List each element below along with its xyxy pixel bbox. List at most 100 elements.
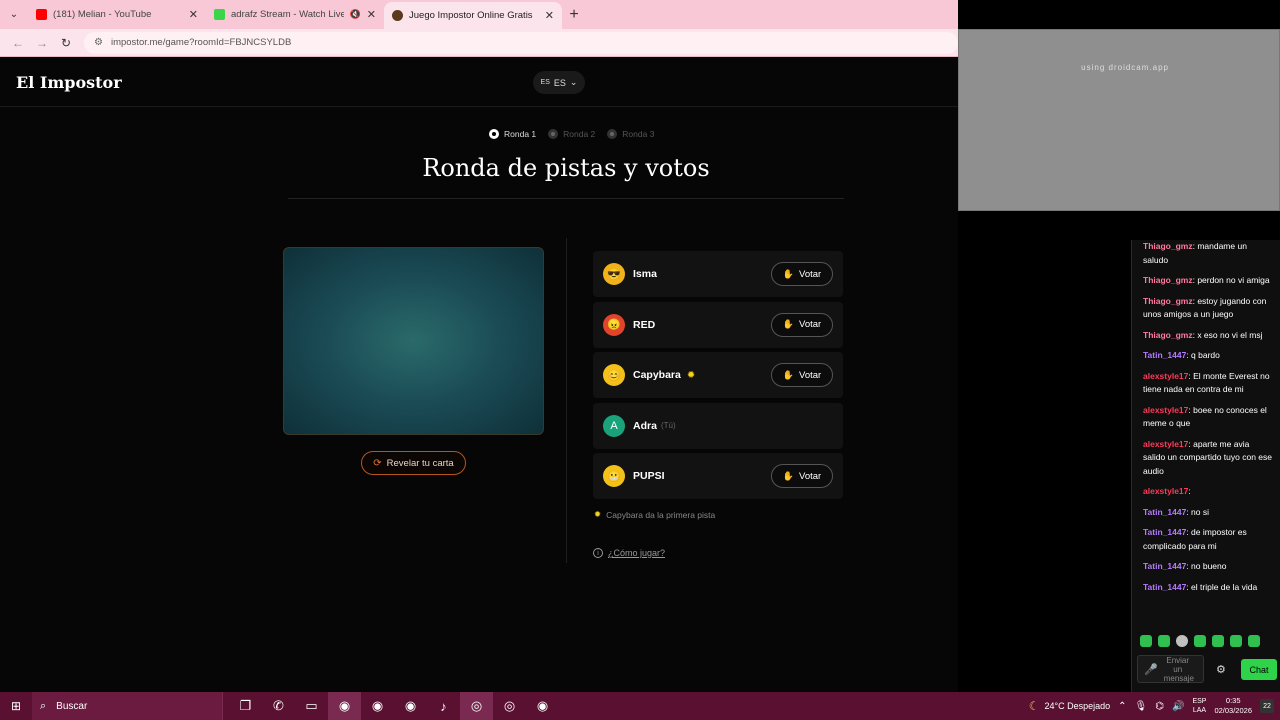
chat-text: : no si [1186,506,1209,517]
hand-icon: ✋ [782,268,795,279]
emote-icon[interactable] [1194,635,1206,647]
hand-icon: ✋ [782,470,795,481]
chat-input[interactable]: 🎤 Enviar un mensaje [1137,655,1204,683]
emote-icon[interactable] [1248,635,1260,647]
mic-icon[interactable]: 🎤 [1144,663,1158,676]
microphone-icon[interactable]: 🎙 [1135,701,1148,712]
clock[interactable]: 0:35 02/03/2026 [1214,696,1252,716]
chat-text: : x eso no vi el msj [1192,329,1263,340]
round-1: Ronda 1 [489,129,536,139]
emote-icon[interactable] [1230,635,1242,647]
obs-icon[interactable]: ◉ [526,692,559,720]
vote-label: Votar [799,268,822,280]
chat-username[interactable]: Tatin_1447 [1143,350,1186,360]
chat-username[interactable]: alexstyle17 [1143,486,1188,496]
vote-button[interactable]: ✋ Votar [771,262,833,286]
round-label: Ronda 2 [563,129,596,139]
reveal-card-button[interactable]: ⟳ Revelar tu carta [361,451,466,475]
emote-icon[interactable] [1158,635,1170,647]
mute-tab-icon[interactable]: 🔇 [350,9,361,20]
player-name: Adra [633,419,657,432]
emote-icon[interactable] [1212,635,1224,647]
secret-card-back[interactable] [283,247,544,435]
chat-username[interactable]: Tatin_1447 [1143,527,1186,537]
sun-icon: ✹ [594,509,602,519]
round-dot-icon [489,129,499,139]
chat-username[interactable]: Tatin_1447 [1143,582,1186,592]
vote-button[interactable]: ✋ Votar [771,464,833,488]
emote-icon[interactable] [1176,635,1188,647]
site-info-icon[interactable]: ⚙ [94,37,103,48]
tab-search-button[interactable]: ⌄ [0,0,28,29]
streaming-app-icon[interactable]: ◎ [460,692,493,720]
chrome-profile-icon[interactable]: ◉ [361,692,394,720]
chat-username[interactable]: Tatin_1447 [1143,507,1186,517]
chat-username[interactable]: Thiago_gmz [1143,330,1193,340]
how-to-play-text: ¿Cómo jugar? [608,548,666,558]
chrome-profile-icon[interactable]: ◉ [394,692,427,720]
chat-message: Tatin_1447: no si [1143,506,1272,520]
whatsapp-icon[interactable]: ✆ [262,692,295,720]
volume-icon[interactable]: 🔊 [1172,701,1184,712]
chat-placeholder: Enviar un mensaje [1163,655,1194,683]
overlay-empty-area [958,240,1131,692]
site-logo[interactable]: El Impostor [16,73,122,92]
webcam-watermark: using droidcam.app [1081,63,1169,72]
chat-username[interactable]: Tatin_1447 [1143,561,1186,571]
tab-kick[interactable]: adrafz Stream - Watch Live 🔇 ✕ [206,0,384,29]
vote-button[interactable]: ✋ Votar [771,312,833,337]
vote-label: Votar [799,319,822,330]
vote-button[interactable]: ✋ Votar [771,363,833,387]
chat-send-button[interactable]: Chat [1241,659,1277,680]
input-language[interactable]: ESP LAA [1192,697,1206,715]
player-row-adra: A Adra (Tú) [593,402,843,449]
clock-date: 02/03/2026 [1214,706,1252,715]
chat-text: : no bueno [1186,561,1227,571]
notification-center-icon[interactable]: 22 [1260,699,1274,713]
close-tab-icon[interactable]: ✕ [189,8,198,21]
chat-username[interactable]: Thiago_gmz [1143,241,1193,251]
weather-widget[interactable]: ☾ 24°C Despejado [1029,699,1110,713]
emote-icon[interactable] [1140,635,1152,647]
web-page: El Impostor ES ES ⌄ Ronda 1 Ronda 2 Rond… [0,58,958,692]
how-to-play-link[interactable]: i ¿Cómo jugar? [593,548,665,558]
chat-message: Tatin_1447: de impostor es complicado pa… [1143,526,1272,553]
tab-youtube[interactable]: (181) Melian - YouTube ✕ [28,0,206,29]
close-tab-icon[interactable]: ✕ [545,9,554,22]
chat-username[interactable]: Thiago_gmz [1143,275,1193,285]
close-tab-icon[interactable]: ✕ [367,8,376,21]
network-icon[interactable]: ⌬ [1155,701,1164,712]
site-header: El Impostor ES ES ⌄ [0,58,958,107]
reload-icon[interactable]: ↻ [54,36,78,50]
file-explorer-icon[interactable]: ▭ [295,692,328,720]
chat-message: Thiago_gmz: x eso no vi el msj [1143,329,1272,343]
chat-text: : el triple de la vida [1186,581,1258,592]
new-tab-button[interactable]: + [562,6,586,24]
forward-icon[interactable]: → [30,36,54,50]
chat-message: alexstyle17: boee no conoces el meme o q… [1143,404,1272,431]
player-row-pupsi: 😬 PUPSI ✋ Votar [593,453,843,499]
round-2: Ronda 2 [548,129,595,139]
chat-message: alexstyle17: [1143,485,1272,499]
chevron-up-icon[interactable]: ⌃ [1118,701,1126,712]
url-field[interactable]: ⚙ impostor.me/game?roomId=FBJNCSYLDB [84,31,958,54]
chat-username[interactable]: Thiago_gmz [1143,296,1193,306]
letter-avatar: A [603,414,625,437]
emote-bar [1140,635,1260,647]
tiktok-icon[interactable]: ♪ [427,692,460,720]
tab-impostor[interactable]: Juego Impostor Online Gratis ✕ [384,2,562,29]
task-view-icon[interactable]: ❐ [229,692,262,720]
recording-app-icon[interactable]: ◎ [493,692,526,720]
overlay-top-strip [958,0,1280,29]
gear-icon[interactable]: ⚙ [1216,663,1226,676]
taskbar-search[interactable]: ⌕ Buscar [32,692,223,720]
chat-username[interactable]: alexstyle17 [1143,439,1188,449]
windows-start-icon[interactable]: ⊞ [0,692,32,720]
round-dot-icon [548,129,559,139]
back-icon[interactable]: ← [6,36,30,50]
search-placeholder: Buscar [56,700,88,712]
chat-username[interactable]: alexstyle17 [1143,371,1188,381]
language-selector[interactable]: ES ES ⌄ [533,71,585,94]
chat-username[interactable]: alexstyle17 [1143,405,1188,415]
chrome-icon[interactable]: ◉ [328,692,361,720]
